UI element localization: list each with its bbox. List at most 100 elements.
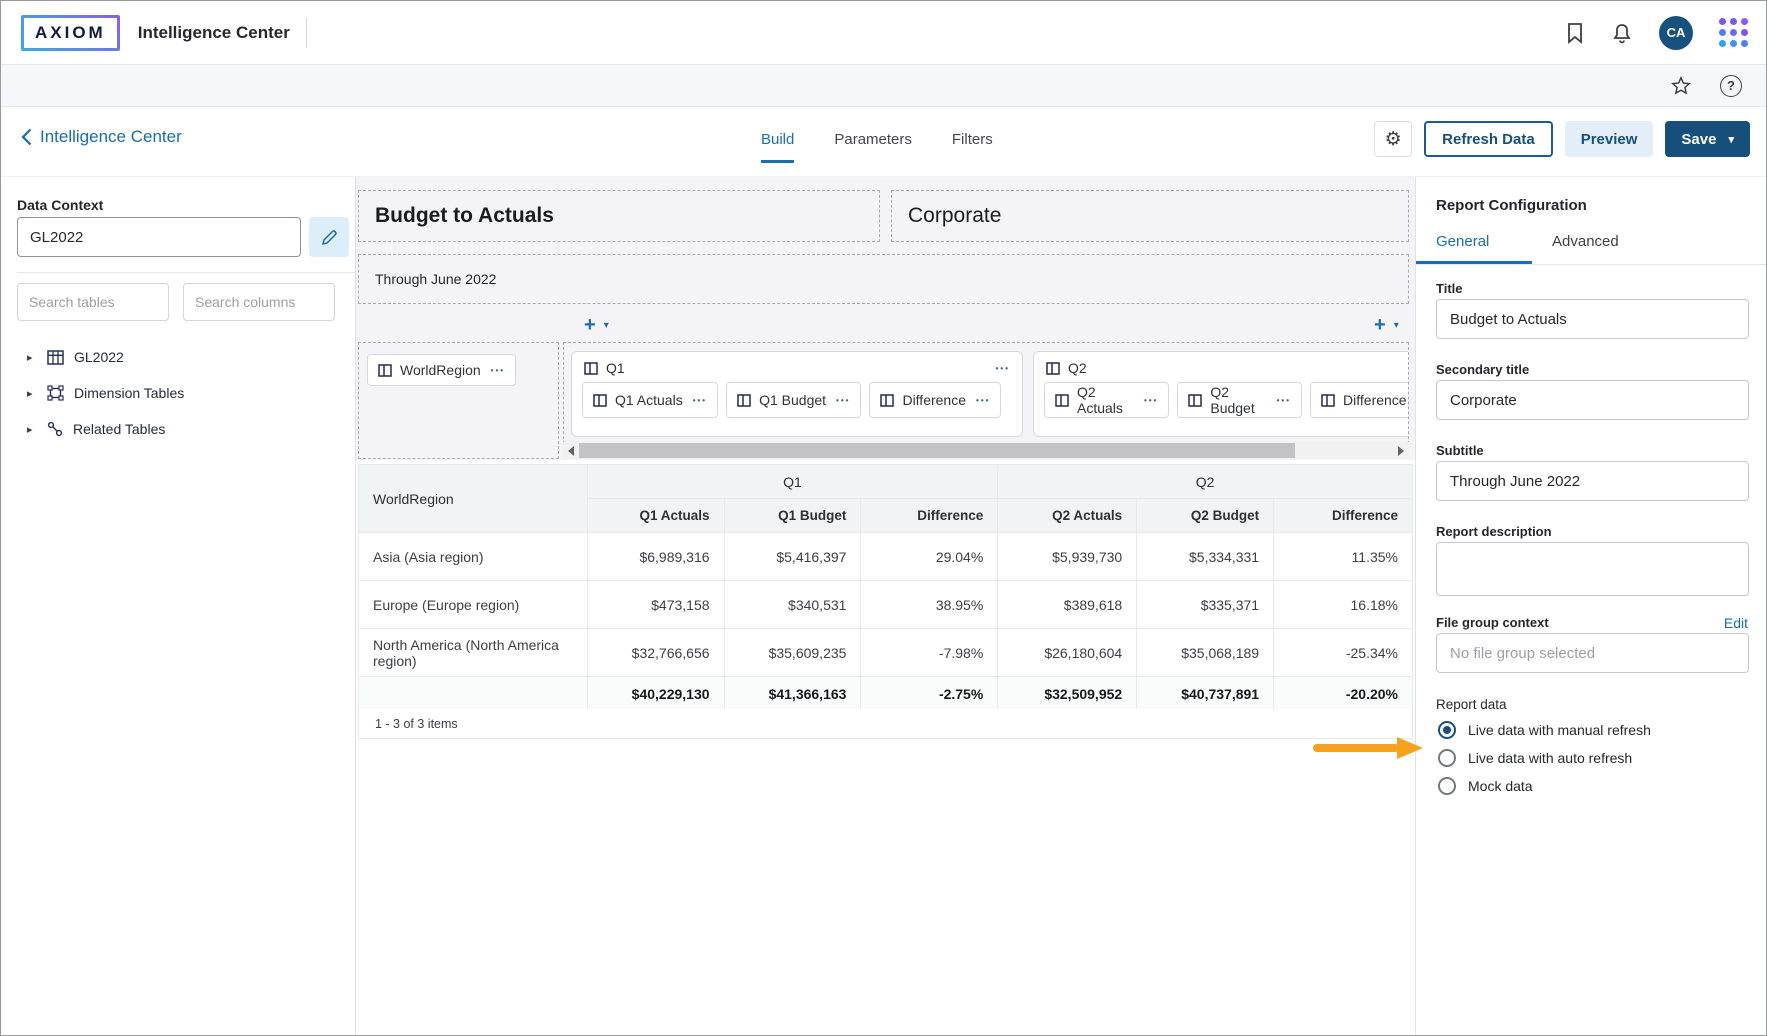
refresh-data-button[interactable]: Refresh Data [1424, 121, 1553, 157]
tree-item-related-tables[interactable]: ▸ Related Tables [1, 411, 356, 447]
radio-live-data-auto-refresh[interactable]: Live data with auto refresh [1438, 749, 1632, 767]
favorite-star-icon[interactable] [1670, 75, 1692, 97]
table-group-header-q2: Q2 [998, 465, 1413, 499]
file-group-input[interactable] [1436, 633, 1749, 673]
tab-general[interactable]: General [1416, 225, 1532, 264]
column-group-q1[interactable]: Q1 ••• Q1 Actuals ••• Q1 Budget ••• [571, 351, 1023, 437]
scrollbar-thumb[interactable] [579, 443, 1295, 458]
title-input[interactable] [1436, 299, 1749, 339]
table-column-header: Difference [1274, 499, 1413, 533]
cell-value: $335,371 [1137, 581, 1274, 629]
data-context-label: Data Context [17, 197, 103, 213]
radio-option-label: Live data with manual refresh [1468, 722, 1651, 738]
columns-horizontal-scrollbar[interactable] [563, 442, 1409, 459]
subtitle-input[interactable] [1436, 461, 1749, 501]
save-button[interactable]: Save ▾ [1665, 121, 1750, 157]
scrollbar-track[interactable] [579, 442, 1393, 459]
row-fields-zone[interactable]: WorldRegion ••• [358, 342, 559, 459]
column-icon [880, 394, 894, 407]
chevron-left-icon [21, 128, 32, 146]
radio-button-icon[interactable] [1438, 749, 1456, 767]
column-chip-q1-actuals[interactable]: Q1 Actuals ••• [582, 382, 718, 418]
column-chip-q2-budget[interactable]: Q2 Budget ••• [1177, 382, 1302, 418]
more-options-icon[interactable]: ••• [693, 396, 707, 405]
row-field-chip-worldregion[interactable]: WorldRegion ••• [367, 354, 516, 386]
data-context-input[interactable] [17, 217, 301, 257]
more-options-icon[interactable]: ••• [1277, 396, 1291, 405]
table-column-header: Q2 Budget [1137, 499, 1274, 533]
more-options-icon[interactable]: ••• [976, 396, 990, 405]
plus-icon: + [1374, 315, 1386, 335]
more-options-icon[interactable]: ••• [491, 366, 505, 375]
back-link[interactable]: Intelligence Center [21, 127, 182, 147]
edit-file-group-link[interactable]: Edit [1724, 615, 1748, 631]
scroll-right-arrow[interactable] [1393, 442, 1409, 459]
app-title: Intelligence Center [138, 23, 290, 43]
report-canvas: Budget to Actuals Corporate Through June… [356, 176, 1415, 1036]
column-icon [378, 364, 392, 377]
user-avatar[interactable]: CA [1659, 16, 1693, 50]
cell-value: $389,618 [998, 581, 1137, 629]
more-options-icon[interactable]: ••• [996, 364, 1010, 373]
radio-button-icon[interactable] [1438, 721, 1456, 739]
column-icon [1046, 362, 1060, 375]
back-link-label: Intelligence Center [40, 127, 182, 147]
scroll-left-arrow[interactable] [563, 442, 579, 459]
table-column-header: Q2 Actuals [998, 499, 1137, 533]
tree-item-gl2022[interactable]: ▸ GL2022 [1, 339, 356, 375]
help-icon[interactable]: ? [1720, 75, 1742, 97]
report-secondary-title-block[interactable]: Corporate [891, 190, 1409, 242]
radio-button-icon[interactable] [1438, 777, 1456, 795]
sidebar-divider [17, 272, 356, 273]
expand-caret-icon[interactable]: ▸ [27, 387, 37, 400]
table-column-header: Q1 Actuals [587, 499, 724, 533]
table-column-header: Q1 Budget [724, 499, 861, 533]
tab-advanced[interactable]: Advanced [1532, 225, 1648, 264]
app-switcher-icon[interactable] [1719, 18, 1748, 47]
cell-value: $5,416,397 [724, 533, 861, 581]
notifications-bell-icon[interactable] [1611, 22, 1633, 44]
chip-label: Difference [1343, 392, 1407, 408]
tab-build[interactable]: Build [761, 131, 794, 163]
totals-spacer [359, 677, 588, 711]
column-chip-q1-difference[interactable]: Difference ••• [869, 382, 1001, 418]
preview-button[interactable]: Preview [1565, 121, 1654, 157]
search-columns-input[interactable] [183, 283, 335, 321]
report-description-textarea[interactable] [1436, 542, 1749, 596]
more-options-icon[interactable]: ••• [1144, 396, 1158, 405]
secondary-toolbar: ? [1, 65, 1767, 107]
column-chip-q1-budget[interactable]: Q1 Budget ••• [726, 382, 861, 418]
edit-data-context-button[interactable] [309, 217, 349, 257]
group-label: Q2 [1068, 360, 1087, 376]
file-group-context-label: File group context [1436, 615, 1549, 630]
cell-value: $26,180,604 [998, 629, 1137, 677]
column-chip-q2-difference[interactable]: Difference ••• [1310, 382, 1409, 418]
app-window: AXIOM Intelligence Center CA ? [0, 0, 1767, 1036]
bookmark-icon[interactable] [1565, 22, 1585, 44]
tree-item-label: Dimension Tables [74, 385, 184, 401]
column-chip-q2-actuals[interactable]: Q2 Actuals ••• [1044, 382, 1169, 418]
cell-value: $340,531 [724, 581, 861, 629]
search-tables-input[interactable] [17, 283, 169, 321]
more-options-icon[interactable]: ••• [836, 396, 850, 405]
save-dropdown-caret-icon[interactable]: ▾ [1728, 133, 1734, 146]
help-question-glyph: ? [1727, 78, 1735, 93]
tab-filters[interactable]: Filters [952, 131, 993, 163]
report-title-block[interactable]: Budget to Actuals [358, 190, 880, 242]
chip-label: Difference [902, 392, 966, 408]
settings-gear-icon[interactable]: ⚙ [1374, 121, 1412, 157]
report-subtitle-block[interactable]: Through June 2022 [358, 254, 1409, 304]
tab-parameters[interactable]: Parameters [834, 131, 912, 163]
radio-mock-data[interactable]: Mock data [1438, 777, 1533, 795]
tree-item-dimension-tables[interactable]: ▸ Dimension Tables [1, 375, 356, 411]
add-row-field-button[interactable]: + ▾ [584, 315, 609, 335]
radio-live-data-manual-refresh[interactable]: Live data with manual refresh [1438, 721, 1651, 739]
build-tabs: Build Parameters Filters [761, 131, 993, 163]
expand-caret-icon[interactable]: ▸ [27, 423, 37, 436]
secondary-title-input[interactable] [1436, 380, 1749, 420]
column-group-q2[interactable]: Q2 ••• Q2 Actuals ••• Q2 Budget ••• [1033, 351, 1409, 437]
expand-caret-icon[interactable]: ▸ [27, 351, 37, 364]
add-column-field-button[interactable]: + ▾ [1374, 315, 1399, 335]
cell-value: $473,158 [587, 581, 724, 629]
axiom-logo[interactable]: AXIOM [21, 15, 120, 51]
